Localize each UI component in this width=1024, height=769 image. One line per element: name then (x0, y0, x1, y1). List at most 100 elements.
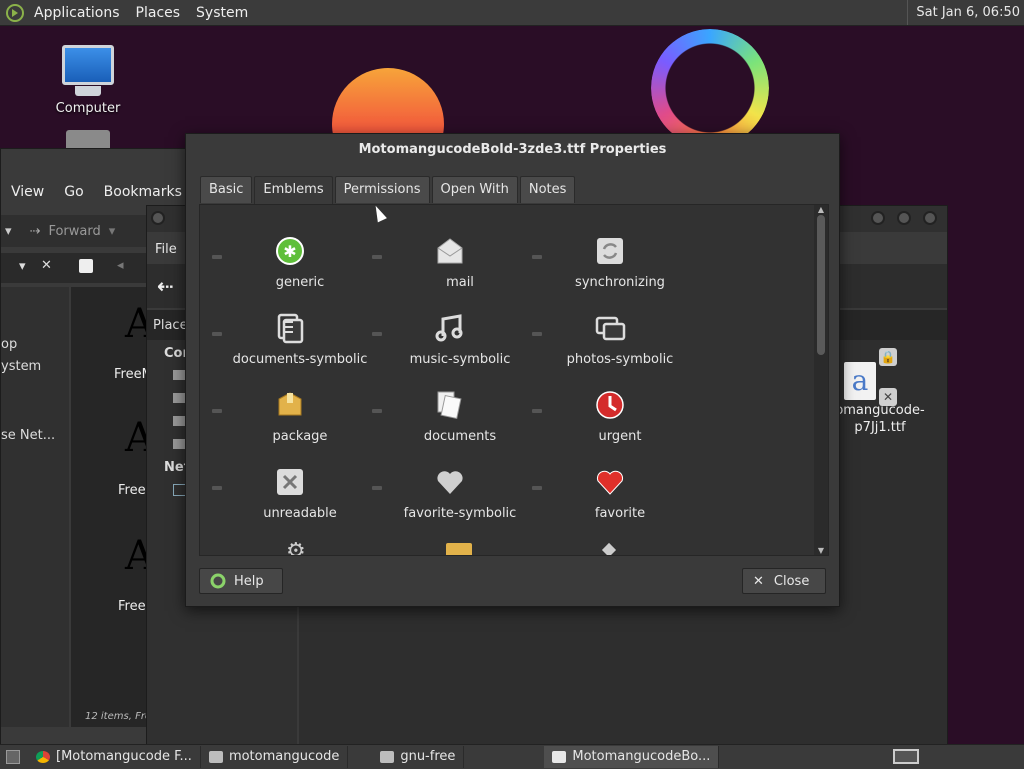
minimize-icon[interactable] (871, 211, 885, 225)
bookmarks-menu[interactable]: Bookmarks (94, 184, 192, 200)
dialog-title[interactable]: MotomangucodeBold-3zde3.ttf Properties (186, 134, 839, 166)
emblem-option-photos-symbolic[interactable]: photos-symbolic (532, 312, 692, 382)
edit-icon[interactable] (79, 259, 93, 273)
close-icon: ✕ (753, 573, 764, 589)
browser-icon (36, 751, 50, 763)
drive-icon[interactable] (173, 370, 185, 380)
emblem-label: urgent (598, 429, 642, 444)
emblem-checkbox[interactable] (372, 255, 382, 259)
folder-icon[interactable] (66, 130, 110, 150)
emblem-checkbox[interactable] (212, 409, 222, 413)
emblem-option-mail[interactable]: mail (372, 235, 532, 305)
trash-icon[interactable] (173, 439, 185, 449)
emblem-option-music-symbolic[interactable]: music-symbolic (372, 312, 532, 382)
emblem-option-documents[interactable]: documents (372, 389, 532, 459)
properties-dialog: MotomangucodeBold-3zde3.ttf Properties B… (185, 133, 840, 607)
generic-emblem-icon: ✱ (276, 237, 304, 265)
emblem-checkbox[interactable] (372, 332, 382, 336)
sidebar-item[interactable]: ystem (1, 359, 41, 374)
tab-open-with[interactable]: Open With (431, 176, 518, 203)
emblem-option-favorite-symbolic[interactable]: favorite-symbolic (372, 466, 532, 536)
go-menu[interactable]: Go (54, 184, 93, 200)
forward-arrow-icon[interactable]: ⇢ (30, 224, 41, 239)
emblem-option-favorite[interactable]: favorite (532, 466, 692, 536)
computer-icon (62, 45, 114, 96)
emblem-checkbox[interactable] (372, 409, 382, 413)
emblem-checkbox[interactable] (212, 255, 222, 259)
distro-logo-icon[interactable] (6, 3, 24, 22)
scrollbar[interactable]: ▲ ▼ (814, 205, 828, 555)
scroll-down-icon[interactable]: ▼ (817, 546, 825, 555)
sidebar-header-places[interactable]: Place (153, 318, 188, 333)
file-menu[interactable]: File (155, 242, 177, 257)
emblem-option-documents-symbolic[interactable]: documents-symbolic (212, 312, 372, 382)
back-arrow-icon[interactable]: ⇠ (157, 274, 174, 298)
unreadable-emblem-icon: ✕ (879, 388, 897, 406)
emblem-checkbox[interactable] (532, 409, 542, 413)
show-desktop-icon[interactable] (6, 750, 20, 764)
gear-icon[interactable]: ⚙ (286, 539, 306, 555)
music-symbolic-icon (435, 314, 463, 342)
taskbar-item[interactable]: motomangucode (201, 746, 349, 768)
emblem-option-generic[interactable]: ✱ generic (212, 235, 372, 305)
taskbar-item[interactable]: gnu-free (372, 746, 465, 768)
emblem-label: documents-symbolic (232, 352, 368, 367)
desktop-icon-label: Computer (55, 101, 121, 116)
emblem-checkbox[interactable] (532, 486, 542, 490)
view-menu[interactable]: View (1, 184, 54, 200)
tab-emblems[interactable]: Emblems (254, 176, 333, 205)
unreadable-icon (277, 469, 303, 495)
emblem-option-unreadable[interactable]: unreadable (212, 466, 372, 536)
documents-symbolic-icon (277, 313, 304, 344)
applications-menu[interactable]: Applications (26, 5, 128, 21)
taskbar-item-label: [Motomangucode F... (56, 749, 192, 764)
taskbar-item-active[interactable]: MotomangucodeBo... (544, 746, 720, 768)
maximize-icon[interactable] (897, 211, 911, 225)
emblem-checkbox[interactable] (212, 486, 222, 490)
tab-basic[interactable]: Basic (200, 176, 253, 203)
emblem-option-package[interactable]: package (212, 389, 372, 459)
emblem-label: unreadable (263, 506, 337, 521)
sidebar-item[interactable]: op (1, 337, 17, 352)
chevron-down-icon[interactable]: ▾ (19, 259, 26, 274)
tab-notes[interactable]: Notes (519, 176, 576, 203)
forward-button[interactable]: Forward (48, 224, 100, 239)
close-button[interactable]: ✕ Close (742, 568, 826, 594)
emblem-label: favorite-symbolic (403, 506, 517, 521)
drive-icon[interactable] (173, 393, 185, 403)
sidebar-item[interactable]: se Net... (1, 428, 55, 443)
system-menu[interactable]: System (188, 5, 256, 21)
chevron-down-icon[interactable]: ▾ (109, 224, 116, 239)
file-label[interactable]: Free (118, 599, 146, 614)
desktop-computer-icon[interactable]: Computer (43, 45, 133, 116)
workspace-switcher-icon[interactable] (893, 749, 919, 764)
help-icon (210, 573, 226, 589)
chevron-left-icon[interactable]: ◂ (117, 258, 124, 273)
picture-icon[interactable] (446, 543, 472, 555)
window-menu-icon[interactable] (151, 211, 165, 225)
scroll-up-icon[interactable]: ▲ (817, 205, 825, 214)
file-label[interactable]: Free (118, 483, 146, 498)
urgent-icon (596, 391, 624, 419)
help-button[interactable]: Help (199, 568, 283, 594)
ttf-file-item[interactable]: a 🔒 ✕ omangucode- p7Jj1.ttf (835, 348, 925, 436)
taskbar-item[interactable]: [Motomangucode F... (28, 746, 201, 768)
close-icon[interactable]: ✕ (41, 258, 52, 273)
emblem-option-synchronizing[interactable]: synchronizing (532, 235, 692, 305)
emblem-checkbox[interactable] (532, 255, 542, 259)
places-menu[interactable]: Places (128, 5, 189, 21)
close-icon[interactable] (923, 211, 937, 225)
clock[interactable]: Sat Jan 6, 06:50 (907, 0, 1020, 25)
chevron-down-icon[interactable]: ▾ (5, 224, 12, 239)
emblem-label: mail (446, 275, 474, 290)
emblem-list: ✱ generic mail synchronizing documents-s… (199, 204, 829, 556)
emblem-checkbox[interactable] (372, 486, 382, 490)
tab-permissions[interactable]: Permissions (334, 176, 430, 203)
drive-icon[interactable] (173, 416, 185, 426)
emblem-checkbox[interactable] (532, 332, 542, 336)
emblem-checkbox[interactable] (212, 332, 222, 336)
scrollbar-thumb[interactable] (817, 215, 825, 355)
emblem-label: music-symbolic (409, 352, 511, 367)
emblem-icon[interactable] (601, 542, 617, 555)
emblem-option-urgent[interactable]: urgent (532, 389, 692, 459)
